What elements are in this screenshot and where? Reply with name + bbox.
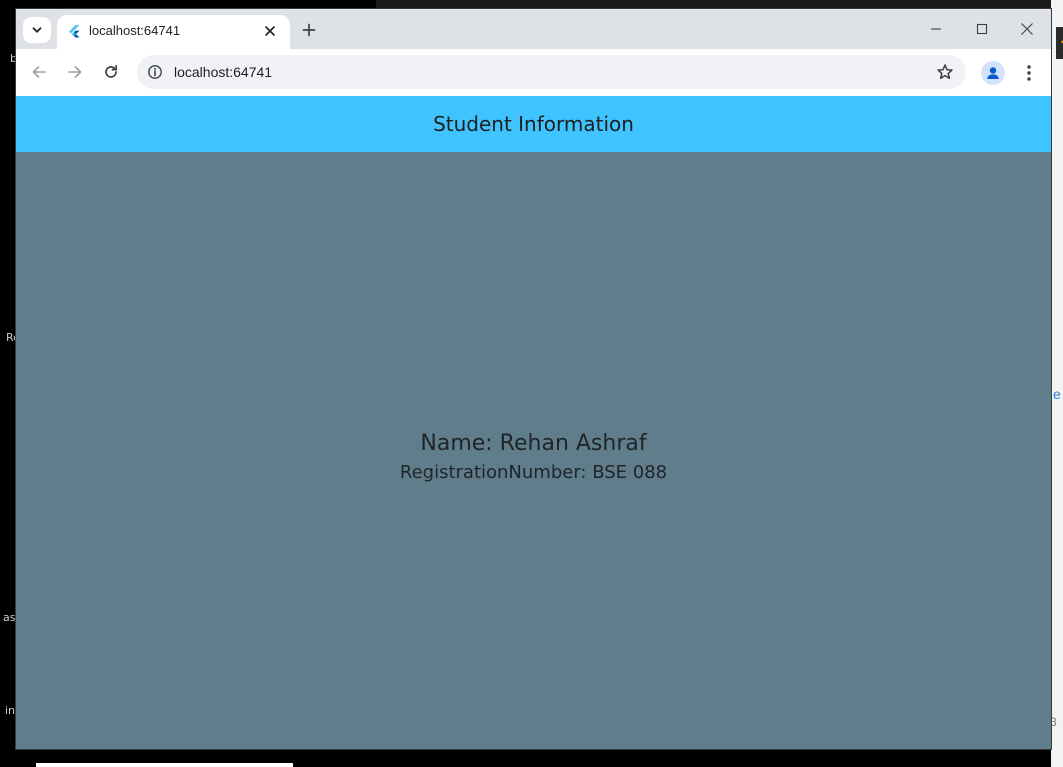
plus-icon (302, 23, 316, 37)
tab-title: localhost:64741 (89, 23, 181, 38)
close-icon (265, 26, 275, 36)
close-icon (1021, 23, 1033, 35)
background-link-fragment: e (1053, 386, 1061, 402)
arrow-left-icon (32, 66, 46, 78)
window-close-button[interactable] (1012, 17, 1042, 41)
background-window-strip (1051, 0, 1063, 767)
background-text-fragment: in (5, 704, 16, 717)
browser-menu-button[interactable] (1019, 60, 1039, 86)
person-icon (987, 67, 999, 79)
browser-tab[interactable]: localhost:64741 (57, 15, 290, 49)
tab-strip: localhost:64741 (16, 9, 1051, 49)
student-info-body: Name: Rehan Ashraf RegistrationNumber: B… (16, 152, 1051, 749)
lightning-icon: ⚡ (1057, 31, 1063, 53)
registration-number-text: RegistrationNumber: BSE 088 (399, 461, 668, 483)
page-viewport: Student Information Name: Rehan Ashraf R… (16, 96, 1051, 749)
arrow-right-icon (68, 66, 82, 78)
reload-icon (105, 64, 118, 78)
info-icon[interactable] (147, 64, 163, 80)
app-bar-title: Student Information (433, 112, 634, 136)
back-button[interactable] (27, 60, 51, 84)
flutter-icon (69, 25, 80, 38)
chevron-down-icon (32, 27, 42, 33)
minimize-button[interactable] (921, 17, 951, 41)
app-bar: Student Information (16, 96, 1051, 152)
forward-button[interactable] (63, 60, 87, 84)
background-toolbar-fragment: ⚡ (1056, 27, 1063, 59)
profile-button[interactable] (981, 61, 1005, 85)
address-url[interactable]: localhost:64741 (174, 64, 272, 80)
background-number-fragment: 3 (1050, 715, 1057, 729)
star-icon[interactable] (936, 63, 954, 81)
tab-search-button[interactable] (23, 17, 51, 43)
reload-button[interactable] (99, 60, 123, 84)
kebab-menu-icon (1027, 65, 1031, 81)
new-tab-button[interactable] (297, 18, 321, 42)
student-name-text: Name: Rehan Ashraf (420, 430, 647, 456)
tab-close-button[interactable] (260, 21, 280, 41)
maximize-button[interactable] (967, 17, 997, 41)
maximize-icon (976, 23, 988, 35)
browser-window: localhost:64741 localhost:64741 Student … (16, 9, 1051, 749)
browser-toolbar: localhost:64741 (16, 49, 1051, 96)
taskbar-fragment (36, 763, 293, 767)
minimize-icon (931, 28, 941, 30)
address-bar[interactable]: localhost:64741 (137, 55, 966, 89)
background-window-edge (376, 0, 1063, 9)
